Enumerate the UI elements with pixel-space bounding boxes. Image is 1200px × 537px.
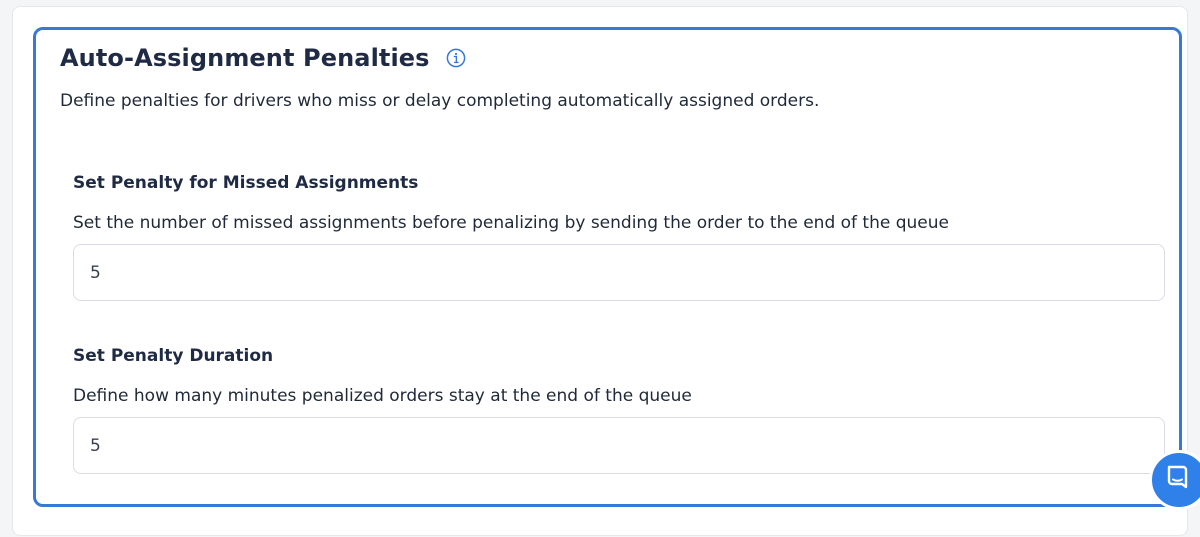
missed-assignments-input[interactable]	[73, 244, 1165, 301]
info-icon[interactable]	[446, 48, 466, 68]
section-title: Set Penalty Duration	[73, 346, 274, 366]
section-title: Set Penalty for Missed Assignments	[73, 173, 419, 193]
card-description: Define penalties for drivers who miss or…	[60, 91, 820, 111]
card-header: Auto-Assignment Penalties	[60, 44, 466, 72]
penalty-duration-section: Set Penalty Duration Define how many min…	[73, 345, 1165, 474]
penalty-duration-input[interactable]	[73, 417, 1165, 474]
chat-launcher-button[interactable]	[1149, 450, 1200, 510]
chat-icon	[1164, 464, 1190, 494]
missed-assignments-section: Set Penalty for Missed Assignments Set t…	[73, 172, 1165, 301]
section-description: Define how many minutes penalized orders…	[73, 386, 692, 406]
auto-assignment-penalties-card: Auto-Assignment Penalties Define penalti…	[33, 27, 1182, 507]
card-title: Auto-Assignment Penalties	[60, 44, 430, 72]
section-description: Set the number of missed assignments bef…	[73, 213, 949, 233]
settings-panel: Auto-Assignment Penalties Define penalti…	[12, 6, 1188, 536]
